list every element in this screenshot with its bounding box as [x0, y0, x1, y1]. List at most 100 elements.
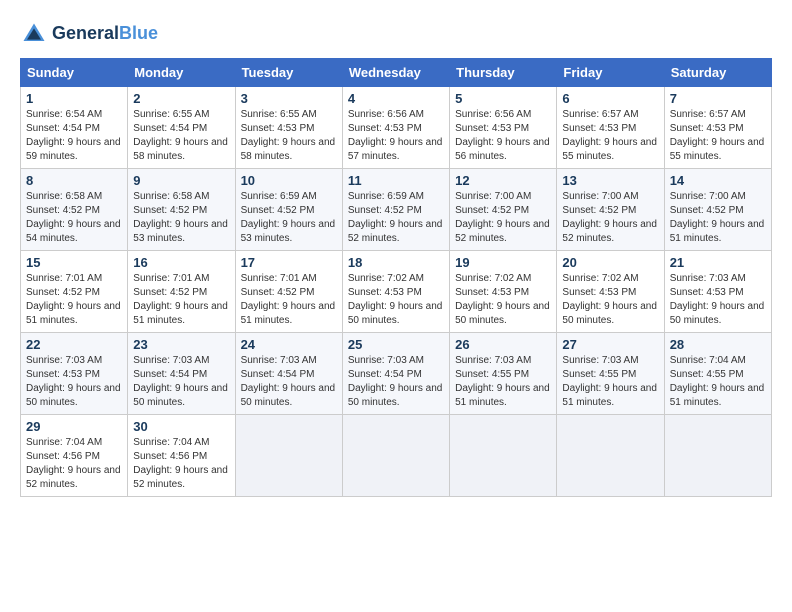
day-number: 8 [26, 173, 122, 188]
day-info: Sunrise: 7:03 AMSunset: 4:53 PMDaylight:… [670, 272, 766, 328]
day-info: Sunrise: 7:03 AMSunset: 4:54 PMDaylight:… [241, 354, 337, 410]
empty-cell [664, 415, 771, 497]
empty-cell [342, 415, 449, 497]
day-number: 12 [455, 173, 551, 188]
logo-icon [20, 20, 48, 48]
day-cell-7: 7 Sunrise: 6:57 AMSunset: 4:53 PMDaylight… [664, 87, 771, 169]
day-cell-30: 30 Sunrise: 7:04 AMSunset: 4:56 PMDayligh… [128, 415, 235, 497]
day-cell-27: 27 Sunrise: 7:03 AMSunset: 4:55 PMDayligh… [557, 333, 664, 415]
day-number: 17 [241, 255, 337, 270]
day-number: 10 [241, 173, 337, 188]
day-info: Sunrise: 7:03 AMSunset: 4:54 PMDaylight:… [348, 354, 444, 410]
header-cell-tuesday: Tuesday [235, 59, 342, 87]
day-number: 20 [562, 255, 658, 270]
header: GeneralBlue [20, 20, 772, 48]
day-cell-17: 17 Sunrise: 7:01 AMSunset: 4:52 PMDayligh… [235, 251, 342, 333]
week-row-4: 22 Sunrise: 7:03 AMSunset: 4:53 PMDayligh… [21, 333, 772, 415]
day-cell-4: 4 Sunrise: 6:56 AMSunset: 4:53 PMDaylight… [342, 87, 449, 169]
day-cell-1: 1Sunrise: 6:54 AMSunset: 4:54 PMDaylight… [21, 87, 128, 169]
day-cell-10: 10Sunrise: 6:59 AMSunset: 4:52 PMDayligh… [235, 169, 342, 251]
day-number: 28 [670, 337, 766, 352]
empty-cell [235, 415, 342, 497]
day-number: 5 [455, 91, 551, 106]
day-cell-25: 25Sunrise: 7:03 AMSunset: 4:54 PMDayligh… [342, 333, 449, 415]
day-number: 11 [348, 173, 444, 188]
week-row-2: 8 Sunrise: 6:58 AMSunset: 4:52 PMDaylight… [21, 169, 772, 251]
day-info: Sunrise: 6:58 AMSunset: 4:52 PMDaylight:… [133, 190, 229, 246]
day-info: Sunrise: 6:55 AMSunset: 4:53 PMDaylight:… [241, 108, 337, 164]
day-number: 16 [133, 255, 229, 270]
day-number: 15 [26, 255, 122, 270]
week-row-1: 1Sunrise: 6:54 AMSunset: 4:54 PMDaylight… [21, 87, 772, 169]
day-info: Sunrise: 6:59 AMSunset: 4:52 PMDaylight:… [348, 190, 444, 246]
calendar-table: SundayMondayTuesdayWednesdayThursdayFrid… [20, 58, 772, 497]
day-number: 6 [562, 91, 658, 106]
day-info: Sunrise: 6:56 AMSunset: 4:53 PMDaylight:… [455, 108, 551, 164]
day-cell-5: 5 Sunrise: 6:56 AMSunset: 4:53 PMDaylight… [450, 87, 557, 169]
day-info: Sunrise: 7:02 AMSunset: 4:53 PMDaylight:… [455, 272, 551, 328]
day-info: Sunrise: 7:01 AMSunset: 4:52 PMDaylight:… [26, 272, 122, 328]
day-cell-26: 26Sunrise: 7:03 AMSunset: 4:55 PMDayligh… [450, 333, 557, 415]
day-cell-20: 20 Sunrise: 7:02 AMSunset: 4:53 PMDayligh… [557, 251, 664, 333]
logo-text: GeneralBlue [52, 24, 158, 44]
day-cell-29: 29 Sunrise: 7:04 AMSunset: 4:56 PMDayligh… [21, 415, 128, 497]
day-info: Sunrise: 7:02 AMSunset: 4:53 PMDaylight:… [562, 272, 658, 328]
day-number: 13 [562, 173, 658, 188]
day-info: Sunrise: 7:00 AMSunset: 4:52 PMDaylight:… [562, 190, 658, 246]
day-info: Sunrise: 7:04 AMSunset: 4:56 PMDaylight:… [26, 436, 122, 492]
day-cell-11: 11 Sunrise: 6:59 AMSunset: 4:52 PMDayligh… [342, 169, 449, 251]
day-cell-23: 23Sunrise: 7:03 AMSunset: 4:54 PMDayligh… [128, 333, 235, 415]
day-info: Sunrise: 6:57 AMSunset: 4:53 PMDaylight:… [562, 108, 658, 164]
day-number: 9 [133, 173, 229, 188]
day-number: 22 [26, 337, 122, 352]
empty-cell [557, 415, 664, 497]
day-number: 30 [133, 419, 229, 434]
day-number: 19 [455, 255, 551, 270]
day-number: 3 [241, 91, 337, 106]
header-cell-sunday: Sunday [21, 59, 128, 87]
header-cell-monday: Monday [128, 59, 235, 87]
header-cell-thursday: Thursday [450, 59, 557, 87]
empty-cell [450, 415, 557, 497]
day-info: Sunrise: 7:00 AMSunset: 4:52 PMDaylight:… [455, 190, 551, 246]
day-number: 29 [26, 419, 122, 434]
day-info: Sunrise: 6:57 AMSunset: 4:53 PMDaylight:… [670, 108, 766, 164]
day-number: 14 [670, 173, 766, 188]
day-number: 18 [348, 255, 444, 270]
day-info: Sunrise: 7:01 AMSunset: 4:52 PMDaylight:… [241, 272, 337, 328]
day-cell-19: 19 Sunrise: 7:02 AMSunset: 4:53 PMDayligh… [450, 251, 557, 333]
day-cell-22: 22 Sunrise: 7:03 AMSunset: 4:53 PMDayligh… [21, 333, 128, 415]
day-info: Sunrise: 7:03 AMSunset: 4:54 PMDaylight:… [133, 354, 229, 410]
day-number: 4 [348, 91, 444, 106]
day-info: Sunrise: 6:56 AMSunset: 4:53 PMDaylight:… [348, 108, 444, 164]
day-cell-18: 18Sunrise: 7:02 AMSunset: 4:53 PMDayligh… [342, 251, 449, 333]
day-cell-9: 9 Sunrise: 6:58 AMSunset: 4:52 PMDaylight… [128, 169, 235, 251]
day-number: 24 [241, 337, 337, 352]
day-number: 27 [562, 337, 658, 352]
day-info: Sunrise: 7:03 AMSunset: 4:55 PMDaylight:… [562, 354, 658, 410]
week-row-5: 29 Sunrise: 7:04 AMSunset: 4:56 PMDayligh… [21, 415, 772, 497]
day-cell-15: 15 Sunrise: 7:01 AMSunset: 4:52 PMDayligh… [21, 251, 128, 333]
day-number: 1 [26, 91, 122, 106]
day-cell-8: 8 Sunrise: 6:58 AMSunset: 4:52 PMDaylight… [21, 169, 128, 251]
day-info: Sunrise: 7:01 AMSunset: 4:52 PMDaylight:… [133, 272, 229, 328]
day-number: 2 [133, 91, 229, 106]
day-info: Sunrise: 6:58 AMSunset: 4:52 PMDaylight:… [26, 190, 122, 246]
day-cell-13: 13 Sunrise: 7:00 AMSunset: 4:52 PMDayligh… [557, 169, 664, 251]
day-info: Sunrise: 7:04 AMSunset: 4:56 PMDaylight:… [133, 436, 229, 492]
day-number: 21 [670, 255, 766, 270]
header-cell-wednesday: Wednesday [342, 59, 449, 87]
logo: GeneralBlue [20, 20, 158, 48]
day-cell-21: 21 Sunrise: 7:03 AMSunset: 4:53 PMDayligh… [664, 251, 771, 333]
day-info: Sunrise: 6:55 AMSunset: 4:54 PMDaylight:… [133, 108, 229, 164]
header-cell-friday: Friday [557, 59, 664, 87]
day-number: 7 [670, 91, 766, 106]
day-info: Sunrise: 7:03 AMSunset: 4:53 PMDaylight:… [26, 354, 122, 410]
header-cell-saturday: Saturday [664, 59, 771, 87]
day-info: Sunrise: 7:00 AMSunset: 4:52 PMDaylight:… [670, 190, 766, 246]
day-cell-12: 12 Sunrise: 7:00 AMSunset: 4:52 PMDayligh… [450, 169, 557, 251]
day-cell-24: 24 Sunrise: 7:03 AMSunset: 4:54 PMDayligh… [235, 333, 342, 415]
day-cell-28: 28Sunrise: 7:04 AMSunset: 4:55 PMDayligh… [664, 333, 771, 415]
day-cell-14: 14 Sunrise: 7:00 AMSunset: 4:52 PMDayligh… [664, 169, 771, 251]
day-cell-6: 6 Sunrise: 6:57 AMSunset: 4:53 PMDaylight… [557, 87, 664, 169]
